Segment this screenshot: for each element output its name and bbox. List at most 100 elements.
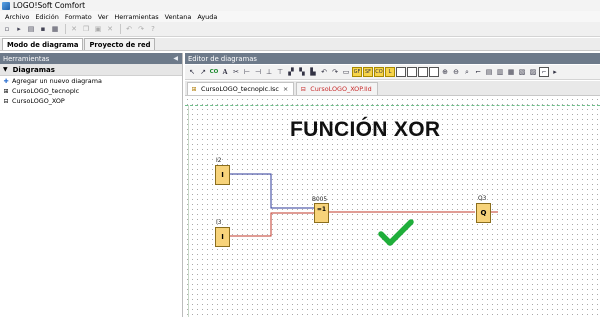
tab-network-project[interactable]: Proyecto de red [84,38,156,50]
split-connection-icon[interactable]: ⊣ [253,67,263,77]
collapse-panel-icon[interactable]: ◀ [173,55,178,62]
align-icon[interactable]: ▤ [484,67,494,77]
chevron-down-icon: ▼ [3,66,8,73]
sf-block-icon[interactable]: SF [363,67,373,77]
open-file-icon[interactable]: ▸ [14,24,24,34]
menu-archivo[interactable]: Archivo [2,13,32,21]
zoom-fit-icon[interactable]: ⌕ [462,67,472,77]
document-tabs: ⊞ CursoLOGO_tecnoplc.lsc × ⊟ CursoLOGO_X… [185,81,600,96]
input1-label: I2 [216,158,222,164]
text-tool-icon[interactable]: A [220,67,230,77]
delete-icon[interactable]: ✕ [105,24,115,34]
connector-icon[interactable]: ⌐ [539,67,549,77]
arrange-icon[interactable]: ▙ [308,67,318,77]
close-icon[interactable]: × [283,85,288,93]
undo-icon[interactable]: ↶ [124,24,134,34]
paste-icon[interactable]: ▣ [93,24,103,34]
menu-formato[interactable]: Formato [62,13,95,21]
tree-item-label: Agregar un nuevo diagrama [12,77,102,85]
save-icon[interactable]: ▪ [38,24,48,34]
wire-input2 [230,212,314,237]
zoom-out-icon[interactable]: ⊖ [451,67,461,77]
checkmark-icon [378,219,414,246]
tools-panel-title: Herramientas [3,54,50,63]
align-icon[interactable]: ▨ [528,67,538,77]
tree-item-add-diagram[interactable]: ✚ Agregar un nuevo diagrama [0,76,182,86]
toolbar-divider [65,24,66,34]
tab-label: CursoLOGO_tecnoplc.lsc [201,85,279,93]
add-diagram-icon: ✚ [3,77,9,85]
view-single-icon[interactable] [396,67,406,77]
wire-input1 [230,173,314,209]
diagrams-section-label: Diagramas [12,65,55,74]
diagram-editor-header: Editor de diagramas [185,53,600,64]
input2-label: I3 [216,220,222,226]
diagram-toolbar: ↖ ↗ CO A ✂ ⊢ ⊣ ⊥ ⊤ ▞ ▚ ▙ ↶ ↷ ▭ GF SF CO … [185,65,600,80]
arrange-icon[interactable]: ▚ [297,67,307,77]
co-block-icon[interactable]: CO [374,67,384,77]
output-label: Q3 [478,196,487,202]
tree-item-diagram[interactable]: ⊟ CursoLOGO_XOP [0,96,182,106]
view-frame-icon[interactable] [418,67,428,77]
tools-panel-header: Herramientas ◀ [0,53,182,64]
undo-icon[interactable]: ↶ [319,67,329,77]
xor-gate-block[interactable]: =1 [314,203,329,223]
app-logo-icon [2,1,10,10]
menu-ayuda[interactable]: Ayuda [194,13,220,21]
tab-tecnoplc[interactable]: ⊞ CursoLOGO_tecnoplc.lsc × [187,82,295,95]
tools-panel: Herramientas ◀ ▼ Diagramas ✚ Agregar un … [0,53,183,317]
ladder-diagram-icon: ⊟ [300,85,306,93]
connection-wires [230,173,498,246]
diagram-canvas[interactable]: FUNCIÓN XOR I2 I I3 I B005 =1 Q3 Q [185,97,600,317]
tab-xop[interactable]: ⊟ CursoLOGO_XOP.lld [296,82,378,95]
menu-ventana[interactable]: Ventana [162,13,195,21]
help-icon[interactable]: ? [148,24,158,34]
input-block-i3[interactable]: I [215,227,230,247]
mode-tabs: Modo de diagrama Proyecto de red [0,38,600,51]
copy-icon[interactable]: ❐ [81,24,91,34]
fbd-diagram-icon: ⊞ [191,85,197,93]
split-connection-icon[interactable]: ⊢ [242,67,252,77]
scissors-icon[interactable]: ✂ [231,67,241,77]
input-block-i2[interactable]: I [215,165,230,185]
tree-item-diagram[interactable]: ⊞ CursoLOGO_tecnoplc [0,86,182,96]
connect-tool-icon[interactable]: ↗ [198,67,208,77]
new-file-icon[interactable]: ▫ [2,24,12,34]
arrange-icon[interactable]: ▞ [286,67,296,77]
gf-block-icon[interactable]: GF [352,67,362,77]
align-icon[interactable]: ▧ [517,67,527,77]
align-icon[interactable]: ▦ [506,67,516,77]
print-icon[interactable]: ▦ [50,24,60,34]
redo-icon[interactable]: ↷ [330,67,340,77]
tree-item-label: CursoLOGO_XOP [12,97,65,105]
block-tool-icon[interactable]: ▭ [341,67,351,77]
view-split-icon[interactable] [407,67,417,77]
window-title: LOGO!Soft Comfort [13,1,86,10]
align-icon[interactable]: ▥ [495,67,505,77]
l-block-icon[interactable]: L [385,67,395,77]
title-bar: LOGO!Soft Comfort [0,0,600,11]
more-icon[interactable]: ▸ [550,67,560,77]
menu-herramientas[interactable]: Herramientas [111,13,161,21]
output-block-q3[interactable]: Q [476,203,491,223]
split-connection-icon[interactable]: ⊥ [264,67,274,77]
tab-diagram-mode[interactable]: Modo de diagrama [2,38,84,50]
menu-edicion[interactable]: Edición [32,13,62,21]
select-pointer-icon[interactable]: ↖ [187,67,197,77]
open-folder-icon[interactable]: ▤ [26,24,36,34]
fbd-diagram-icon: ⊞ [3,87,9,95]
trend-icon[interactable]: ⌐ [473,67,483,77]
toolbar-divider [120,24,121,34]
cut-icon[interactable]: ✕ [69,24,79,34]
menu-ver[interactable]: Ver [95,13,112,21]
redo-icon[interactable]: ↷ [136,24,146,34]
zoom-in-icon[interactable]: ⊕ [440,67,450,77]
diagrams-section-header[interactable]: ▼ Diagramas [0,64,182,76]
split-connection-icon[interactable]: ⊤ [275,67,285,77]
main-toolbar: ▫ ▸ ▤ ▪ ▦ ✕ ❐ ▣ ✕ ↶ ↷ ? [0,22,600,37]
tree-item-label: CursoLOGO_tecnoplc [12,87,80,95]
tab-label: CursoLOGO_XOP.lld [310,85,372,93]
view-grid-icon[interactable] [429,67,439,77]
ladder-diagram-icon: ⊟ [3,97,9,105]
constants-tool-icon[interactable]: CO [209,67,219,77]
